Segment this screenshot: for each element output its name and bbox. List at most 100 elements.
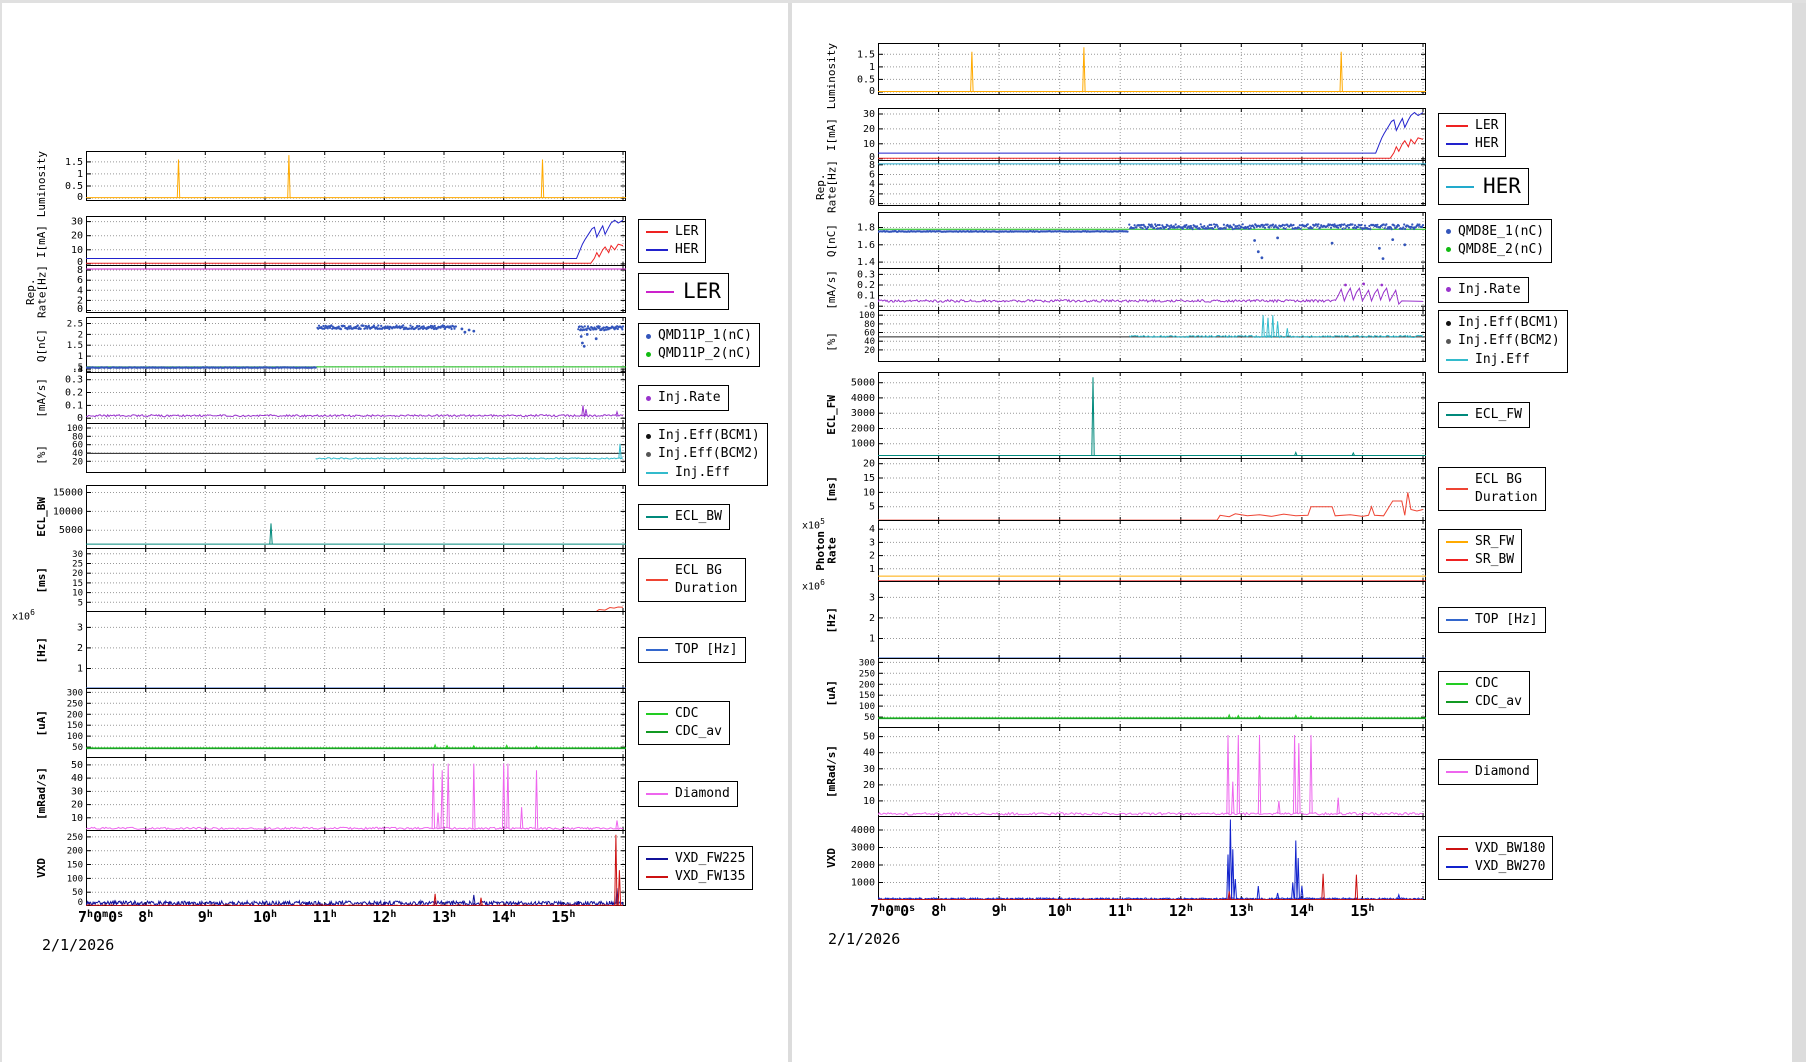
legend-entry: Inj.Eff <box>646 464 760 482</box>
svg-text:6: 6 <box>869 170 875 181</box>
axis-scale-exponent: x105 <box>802 517 825 531</box>
strip-row-ecl-bg: [ms]5101520ECL BG Duration <box>792 458 1794 521</box>
rep-rate-plot: 02468 <box>48 265 626 313</box>
legend-line-marker <box>1446 848 1468 850</box>
legend-cell: VXD_BW180VXD_BW270 <box>1426 816 1794 900</box>
y-axis-title-inj-rate: [mA/s] <box>2 372 48 424</box>
y-axis-title-text: [%] <box>36 445 48 465</box>
x-axis-row: 7h0m0s8h9h10h11h12h13h14h15h <box>2 906 790 936</box>
y-axis-title-inj-rate: [mA/s] <box>792 268 838 311</box>
legend-entry: HER <box>1446 172 1521 201</box>
y-axis-title-text: Luminosity <box>36 151 48 217</box>
legend-entry: CDC_av <box>1446 693 1522 711</box>
svg-text:1: 1 <box>77 169 83 180</box>
legend-entry: LER <box>646 223 698 241</box>
legend-beam-current: LERHER <box>638 219 706 263</box>
svg-text:10: 10 <box>71 813 83 824</box>
legend-entry-label: Inj.Rate <box>1458 281 1521 299</box>
legend-ecl-bg: ECL BG Duration <box>638 558 746 602</box>
legend-entry: Inj.Eff(BCM2) <box>646 445 760 463</box>
legend-vxd: VXD_BW180VXD_BW270 <box>1438 836 1553 880</box>
y-axis-title-text: Q[nC] <box>826 224 838 257</box>
svg-text:4: 4 <box>869 524 875 535</box>
svg-text:1.4: 1.4 <box>857 257 875 268</box>
legend-entry: TOP [Hz] <box>646 641 738 659</box>
legend-entry: QMD8E_1(nC) <box>1446 223 1544 241</box>
strip-row-ecl-bw: ECL_BW50001000015000ECL_BW <box>2 485 790 549</box>
legend-beam-current: LERHER <box>1438 113 1506 157</box>
legend-cell: Inj.Eff(BCM1)Inj.Eff(BCM2)Inj.Eff <box>626 423 790 486</box>
strip-row-charge: Q[nC].3.4.511.522.5QMD11P_1(nC)QMD11P_2(… <box>2 317 790 373</box>
legend-entry: VXD_FW225 <box>646 850 745 868</box>
legend-entry-label: ECL BG Duration <box>1475 471 1538 507</box>
legend-line-marker <box>646 291 674 293</box>
legend-entry: LER <box>646 277 721 306</box>
svg-text:50: 50 <box>863 731 875 742</box>
legend-cdc: CDCCDC_av <box>638 701 730 745</box>
y-axis-title-rep-rate: Rep. Rate[Hz] <box>792 160 838 213</box>
legend-line-marker <box>646 876 668 878</box>
svg-text:6: 6 <box>77 275 83 286</box>
svg-text:7h0m0s: 7h0m0s <box>870 902 915 920</box>
y-axis-title-text: [Hz] <box>36 637 48 664</box>
legend-charge: QMD11P_1(nC)QMD11P_2(nC) <box>638 323 760 367</box>
legend-cell: TOP [Hz] <box>626 611 790 689</box>
panel-divider <box>788 3 792 1062</box>
legend-dot-marker <box>1446 339 1451 344</box>
top-rate-plot: 123 <box>48 611 626 689</box>
svg-text:5: 5 <box>78 598 83 608</box>
y-axis-title-text: [uA] <box>36 710 48 737</box>
svg-text:1: 1 <box>869 633 875 644</box>
y-axis-title-diamond: [mRad/s] <box>2 757 48 831</box>
svg-text:15: 15 <box>72 579 83 589</box>
legend-cell: CDCCDC_av <box>1426 658 1794 728</box>
svg-text:3: 3 <box>77 622 83 633</box>
svg-text:300: 300 <box>859 658 875 668</box>
strip-row-inj-rate: [mA/s]-00.10.20.3Inj.Rate <box>792 268 1794 311</box>
svg-text:150: 150 <box>67 721 83 731</box>
ecl-bw-plot: 50001000015000 <box>48 485 626 549</box>
svg-text:20: 20 <box>863 458 875 469</box>
date-label: 2/1/2026 <box>828 930 1794 948</box>
legend-cell: ECL_FW <box>1426 372 1794 459</box>
legend-line-marker <box>1446 541 1468 543</box>
legend-charge: QMD8E_1(nC)QMD8E_2(nC) <box>1438 219 1552 263</box>
legend-line-marker <box>646 249 668 251</box>
legend-entry-label: QMD8E_1(nC) <box>1458 223 1544 241</box>
legend-entry: ECL_BW <box>646 508 722 526</box>
svg-text:13h: 13h <box>1229 902 1253 920</box>
legend-entry-label: QMD8E_2(nC) <box>1458 241 1544 259</box>
svg-text:0: 0 <box>869 86 875 95</box>
ecl-bg-plot: 5101520 <box>838 458 1426 521</box>
y-axis-title-vxd: VXD <box>792 816 838 900</box>
svg-text:300: 300 <box>67 688 83 698</box>
strip-row-beam-current: I[mA]0102030LERHER <box>792 108 1794 161</box>
left-monitor-panel: Luminosity00.511.5I[mA]0102030LERHERRep.… <box>2 151 790 954</box>
svg-text:14h: 14h <box>1290 902 1314 920</box>
legend-cell: Inj.Rate <box>626 372 790 424</box>
legend-entry-label: HER <box>1483 172 1521 201</box>
svg-text:0.2: 0.2 <box>857 280 875 291</box>
legend-top-rate: TOP [Hz] <box>638 637 746 663</box>
legend-entry-label: TOP [Hz] <box>675 641 738 659</box>
svg-text:1: 1 <box>869 564 875 575</box>
y-axis-title-beam-current: I[mA] <box>792 108 838 161</box>
strip-row-ecl-fw: ECL_FW10002000300040005000ECL_FW <box>792 372 1794 459</box>
svg-text:10: 10 <box>863 796 875 807</box>
svg-text:20: 20 <box>71 231 83 242</box>
svg-text:200: 200 <box>859 680 875 690</box>
svg-text:14h: 14h <box>492 908 516 926</box>
legend-cell: QMD11P_1(nC)QMD11P_2(nC) <box>626 317 790 373</box>
legend-entry-label: HER <box>1475 135 1498 153</box>
y-axis-title-luminosity: Luminosity <box>792 43 838 109</box>
svg-text:150: 150 <box>67 860 83 870</box>
svg-text:3000: 3000 <box>851 842 875 853</box>
svg-text:100: 100 <box>859 702 875 712</box>
legend-ecl-bg: ECL BG Duration <box>1438 467 1546 511</box>
legend-entry-label: VXD_BW270 <box>1475 858 1545 876</box>
legend-entry-label: Inj.Eff <box>675 464 730 482</box>
svg-text:50: 50 <box>72 888 83 898</box>
cdc-plot: 50100150200250300 <box>48 688 626 758</box>
svg-text:5000: 5000 <box>851 377 875 388</box>
legend-diamond: Diamond <box>638 781 738 807</box>
